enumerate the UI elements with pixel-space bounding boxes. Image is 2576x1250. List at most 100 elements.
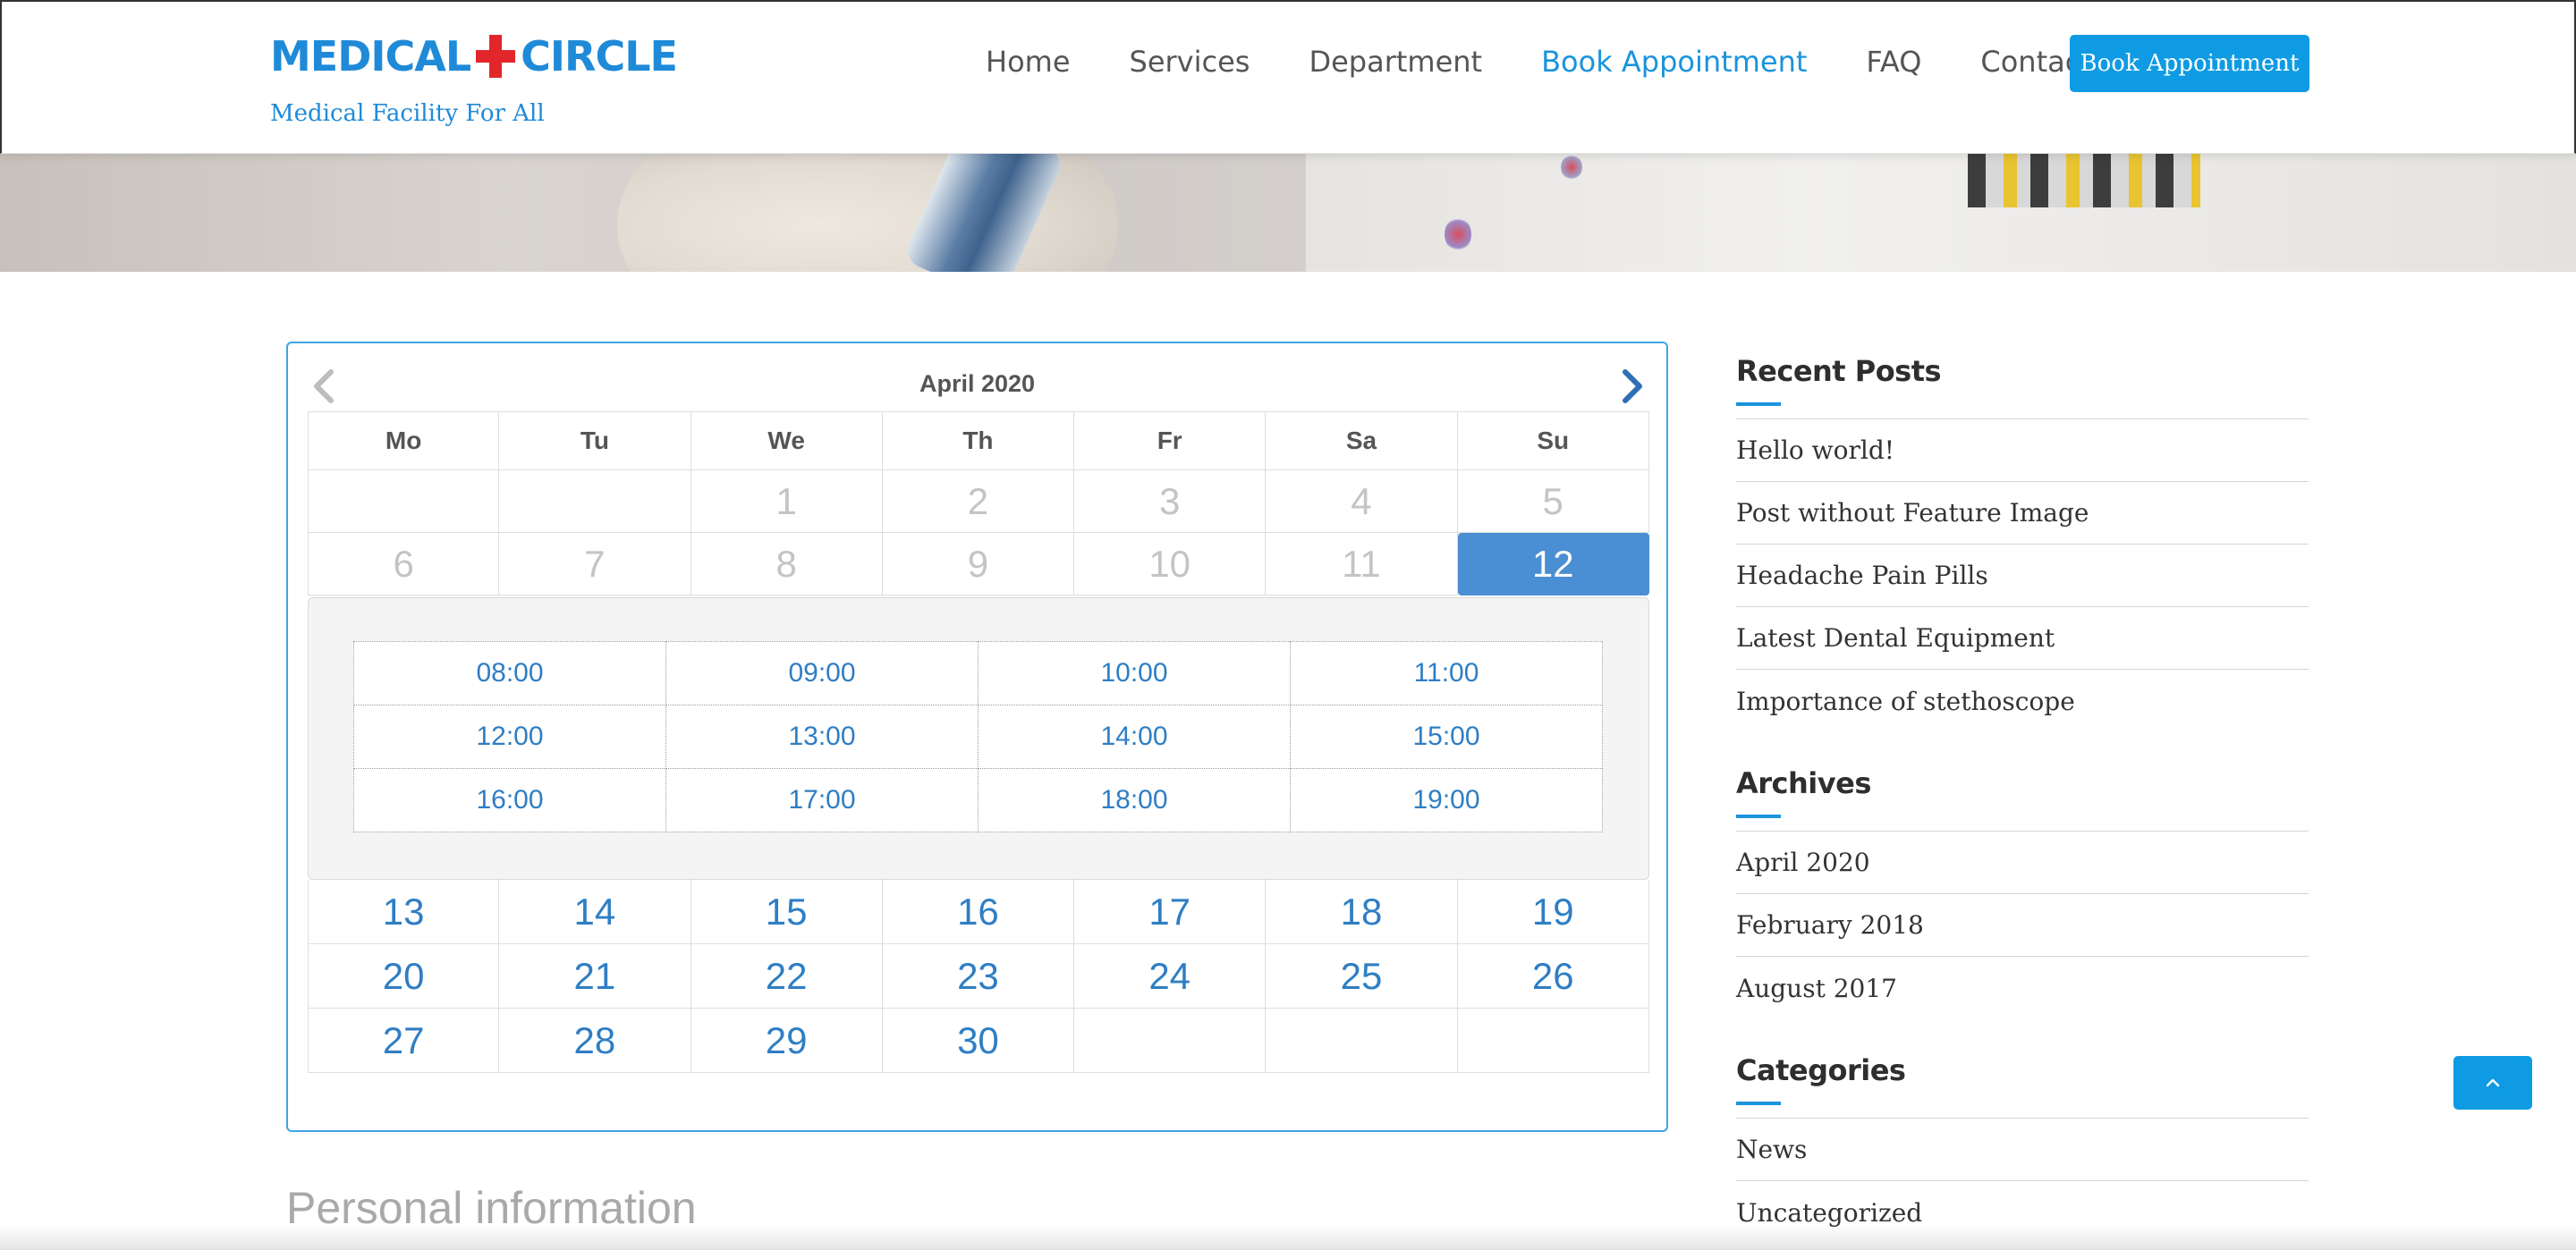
day-cell[interactable]: 19 — [1457, 880, 1649, 944]
widget-title: Recent Posts — [1736, 354, 1942, 388]
calendar-month-title: April 2020 — [919, 370, 1036, 397]
recent-post-link[interactable]: Hello world! — [1736, 419, 2309, 482]
logo-text-left: MEDICAL — [270, 32, 471, 80]
recent-post-link[interactable]: Headache Pain Pills — [1736, 545, 2309, 607]
time-slot[interactable]: 12:00 — [353, 705, 666, 769]
scroll-to-top-button[interactable] — [2453, 1056, 2532, 1110]
day-cell: 10 — [1074, 533, 1267, 595]
time-slot[interactable]: 14:00 — [978, 705, 1291, 769]
time-slot[interactable]: 10:00 — [978, 641, 1291, 705]
nav-department[interactable]: Department — [1309, 45, 1482, 79]
calendar-grid-lower: 13 14 15 16 17 18 19 20 21 22 23 24 25 2… — [308, 880, 1649, 1073]
site-logo[interactable]: MEDICAL CIRCLE — [270, 32, 678, 80]
week-row: 6 7 8 9 10 11 12 — [308, 533, 1649, 595]
time-slot[interactable]: 08:00 — [353, 641, 666, 705]
time-slot-panel: 08:00 09:00 10:00 11:00 12:00 13:00 14:0… — [308, 597, 1649, 880]
day-cell: 9 — [882, 533, 1075, 595]
day-cell[interactable]: 23 — [882, 944, 1075, 1009]
day-cell[interactable]: 17 — [1074, 880, 1267, 944]
time-slot[interactable]: 18:00 — [978, 768, 1291, 832]
weekday-label: Sa — [1266, 411, 1458, 470]
chevron-right-icon[interactable] — [1616, 368, 1647, 404]
recent-post-link[interactable]: Post without Feature Image — [1736, 482, 2309, 545]
widget-underline — [1736, 1102, 1781, 1105]
site-header: MEDICAL CIRCLE Medical Facility For All … — [0, 0, 2576, 154]
time-slot[interactable]: 09:00 — [665, 641, 979, 705]
categories-widget: Categories News Uncategorized — [1736, 1053, 2309, 1244]
archive-link[interactable]: August 2017 — [1736, 957, 2309, 1019]
day-cell: 8 — [691, 533, 883, 595]
book-appointment-button[interactable]: Book Appointment — [2070, 35, 2309, 92]
day-cell[interactable]: 14 — [499, 880, 691, 944]
sidebar: Recent Posts Hello world! Post without F… — [1736, 354, 2309, 1244]
day-cell[interactable]: 28 — [499, 1009, 691, 1073]
day-cell[interactable]: 26 — [1457, 944, 1649, 1009]
nav-home[interactable]: Home — [986, 45, 1071, 79]
weekday-label: Su — [1457, 411, 1649, 470]
selected-day-cell[interactable]: 12 — [1457, 533, 1649, 595]
day-cell[interactable]: 21 — [499, 944, 691, 1009]
day-cell: 1 — [691, 470, 883, 533]
widget-underline — [1736, 402, 1781, 406]
page-bottom-shadow — [0, 1225, 2576, 1250]
site-tagline: Medical Facility For All — [270, 100, 545, 127]
day-cell — [308, 470, 500, 533]
archives-widget: Archives April 2020 February 2018 August… — [1736, 766, 2309, 1019]
recent-post-link[interactable]: Importance of stethoscope — [1736, 670, 2309, 732]
recent-posts-widget: Recent Posts Hello world! Post without F… — [1736, 354, 2309, 732]
archive-link[interactable]: April 2020 — [1736, 832, 2309, 894]
chevron-up-icon — [2486, 1078, 2500, 1087]
weekday-label: Fr — [1074, 411, 1267, 470]
weekday-label: Th — [882, 411, 1075, 470]
week-row: 1 2 3 4 5 — [308, 470, 1649, 533]
day-cell: 2 — [882, 470, 1075, 533]
day-cell[interactable]: 22 — [691, 944, 883, 1009]
day-cell: 4 — [1266, 470, 1458, 533]
time-slot[interactable]: 19:00 — [1290, 768, 1603, 832]
hero-badge — [1561, 154, 1582, 181]
day-cell — [499, 470, 691, 533]
time-slot-row: 12:00 13:00 14:00 15:00 — [353, 705, 1606, 769]
widget-underline — [1736, 815, 1781, 818]
day-cell[interactable]: 13 — [308, 880, 500, 944]
day-cell[interactable]: 25 — [1266, 944, 1458, 1009]
calendar-header: April 2020 — [288, 343, 1666, 411]
chevron-left-icon[interactable] — [309, 368, 340, 404]
time-slot-row: 08:00 09:00 10:00 11:00 — [353, 641, 1606, 705]
time-slot[interactable]: 13:00 — [665, 705, 979, 769]
time-slot[interactable]: 17:00 — [665, 768, 979, 832]
time-slot-row: 16:00 17:00 18:00 19:00 — [353, 768, 1606, 832]
day-cell — [1074, 1009, 1267, 1073]
logo-text-right: CIRCLE — [521, 32, 678, 80]
time-slot[interactable]: 16:00 — [353, 768, 666, 832]
time-slot[interactable]: 15:00 — [1290, 705, 1603, 769]
day-cell[interactable]: 15 — [691, 880, 883, 944]
day-cell[interactable]: 24 — [1074, 944, 1267, 1009]
day-cell: 11 — [1266, 533, 1458, 595]
day-cell[interactable]: 18 — [1266, 880, 1458, 944]
category-link[interactable]: News — [1736, 1119, 2309, 1181]
weekday-label: Mo — [308, 411, 500, 470]
day-cell: 3 — [1074, 470, 1267, 533]
nav-book-appointment[interactable]: Book Appointment — [1541, 45, 1807, 79]
day-cell: 6 — [308, 533, 500, 595]
day-cell — [1457, 1009, 1649, 1073]
weekday-label: We — [691, 411, 883, 470]
archives-list: April 2020 February 2018 August 2017 — [1736, 831, 2309, 1019]
day-cell[interactable]: 30 — [882, 1009, 1075, 1073]
day-cell: 5 — [1457, 470, 1649, 533]
weekday-row: Mo Tu We Th Fr Sa Su — [308, 411, 1649, 470]
day-cell[interactable]: 27 — [308, 1009, 500, 1073]
weekday-label: Tu — [499, 411, 691, 470]
day-cell[interactable]: 20 — [308, 944, 500, 1009]
recent-post-link[interactable]: Latest Dental Equipment — [1736, 607, 2309, 670]
day-cell[interactable]: 29 — [691, 1009, 883, 1073]
day-cell[interactable]: 16 — [882, 880, 1075, 944]
time-slot[interactable]: 11:00 — [1290, 641, 1603, 705]
medical-cross-icon — [476, 35, 516, 78]
archive-link[interactable]: February 2018 — [1736, 894, 2309, 957]
hero-coat — [1306, 154, 2576, 272]
nav-faq[interactable]: FAQ — [1866, 45, 1921, 79]
nav-services[interactable]: Services — [1130, 45, 1250, 79]
week-row: 13 14 15 16 17 18 19 — [308, 880, 1649, 944]
